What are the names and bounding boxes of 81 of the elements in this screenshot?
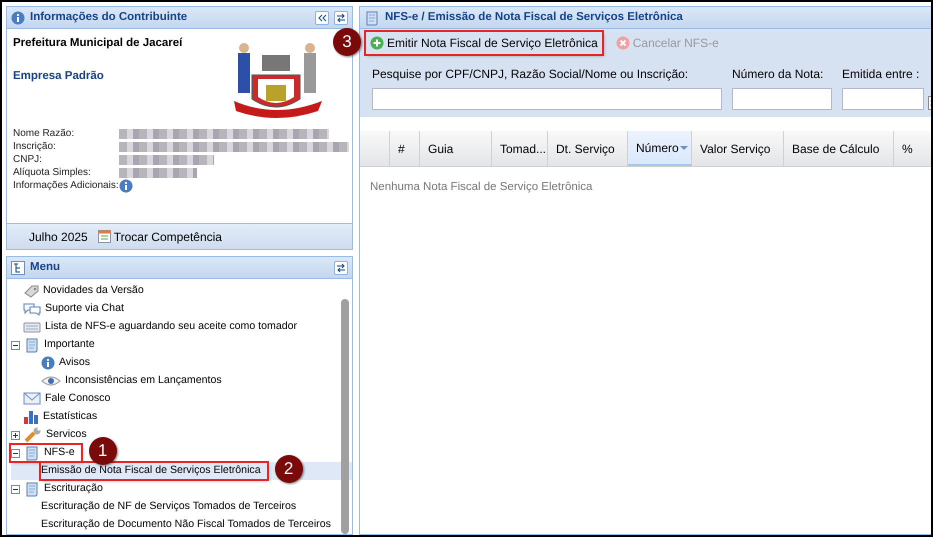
company-name: Empresa Padrão xyxy=(13,69,105,84)
bar-chart-icon xyxy=(23,410,39,424)
item-label: Lista de NFS-e aguardando seu aceite como tomador xyxy=(45,319,298,334)
filter-label: Número da Nota: xyxy=(732,66,824,83)
empty-message: Nenhuma Nota Fiscal de Serviço Eletrônica xyxy=(369,180,594,195)
column-header[interactable]: Valor Serviço xyxy=(692,131,784,166)
eye-icon xyxy=(41,374,61,387)
field-label: Alíquota Simples: xyxy=(13,166,92,180)
item-label: Emissão de Nota Fiscal de Serviços Eletrônica xyxy=(41,463,261,478)
field-label: Nome Razão: xyxy=(13,127,76,141)
info-icon xyxy=(11,10,25,24)
sort-down-icon xyxy=(678,144,689,150)
collapse-toggle-icon[interactable] xyxy=(11,448,20,458)
envelope-icon xyxy=(23,392,41,406)
collapse-toggle-icon[interactable] xyxy=(11,340,20,350)
filter-input[interactable] xyxy=(732,88,832,110)
info-icon xyxy=(41,356,55,370)
column-header[interactable]: Tomad... xyxy=(492,131,548,166)
item-label: Inconsistências em Lançamentos xyxy=(65,373,222,388)
column-header[interactable]: Guia xyxy=(420,131,492,166)
info-icon[interactable] xyxy=(119,178,133,192)
tree-item[interactable]: Estatísticas xyxy=(11,408,352,426)
item-label: Fale Conosco xyxy=(45,391,110,406)
document-icon xyxy=(24,337,40,353)
field-label: Inscrição: xyxy=(13,140,57,154)
tree-item[interactable]: Escrituração de Documento Não Fiscal Tomados de Terceiros xyxy=(11,516,352,534)
item-label: Suporte via Chat xyxy=(45,301,124,316)
document-icon xyxy=(24,481,40,497)
keyboard-icon xyxy=(23,320,41,333)
tree-item[interactable]: Suporte via Chat xyxy=(11,300,352,318)
item-label: Escrituração de Documento Não Fiscal Tomados de Terceiros xyxy=(41,517,331,532)
tag-icon xyxy=(23,284,39,298)
wrench-icon xyxy=(24,427,42,443)
filter-input[interactable] xyxy=(372,88,722,110)
refresh-icon xyxy=(336,12,346,22)
item-label: Servicos xyxy=(46,427,87,442)
tree-item[interactable]: Avisos xyxy=(11,354,352,372)
refresh-button[interactable] xyxy=(334,10,348,24)
change-period-button[interactable]: Trocar Competência xyxy=(94,226,226,248)
item-label: Importante xyxy=(44,337,95,352)
calendar-icon xyxy=(98,230,111,243)
issue-invoice-button[interactable]: Emitir Nota Fiscal de Serviço Eletrônica xyxy=(366,32,602,54)
item-label: NFS-e xyxy=(44,445,75,460)
tree-item[interactable]: Inconsistências em Lançamentos xyxy=(11,372,352,390)
field-label: CNPJ: xyxy=(13,153,43,167)
item-label: Escrituração de NF de Serviços Tomados de Terceiros xyxy=(41,499,296,514)
column-header[interactable]: % xyxy=(894,131,931,166)
panel-title: Menu xyxy=(30,260,60,275)
tree-menu-icon xyxy=(11,260,25,274)
column-header[interactable]: Base de Cálculo xyxy=(784,131,894,166)
double-chevron-icon xyxy=(317,12,327,22)
speech-bubble-icon xyxy=(23,302,41,316)
period-label: Julho 2025 xyxy=(29,228,88,246)
tree-item[interactable]: Novidades da Versão xyxy=(11,282,352,300)
field-label: Informações Adicionais: xyxy=(13,179,119,193)
filter-label: Emitida entre : xyxy=(842,66,920,83)
item-label: Estatísticas xyxy=(43,409,98,424)
column-header[interactable]: # xyxy=(390,131,420,166)
cancel-button: Cancelar NFS-e xyxy=(612,32,723,54)
municipality-name: Prefeitura Municipal de Jacareí xyxy=(13,36,184,51)
column-header[interactable]: Número xyxy=(628,131,692,166)
filter-input[interactable] xyxy=(842,88,924,110)
filter-label: Pesquise por CPF/CNPJ, Razão Social/Nome ou Inscrição: xyxy=(372,66,690,83)
item-label: Escrituração xyxy=(44,481,103,496)
tree-item[interactable]: Fale Conosco xyxy=(11,390,352,408)
document-icon xyxy=(24,445,40,461)
tree-item[interactable]: Importante xyxy=(11,336,352,354)
panel-title: Informações do Contribuinte xyxy=(30,10,188,25)
collapse-toggle-icon[interactable] xyxy=(11,484,20,494)
item-label: Avisos xyxy=(59,355,90,370)
collapse-button[interactable] xyxy=(315,10,329,24)
refresh-button[interactable] xyxy=(334,260,348,274)
tree-item[interactable]: Escrituração de NF de Serviços Tomados de Terceiros xyxy=(11,498,352,516)
refresh-icon xyxy=(336,262,346,272)
expand-toggle-icon[interactable] xyxy=(11,430,20,440)
cancel-icon xyxy=(616,36,630,50)
panel-title: NFS-e / Emissão de Nota Fiscal de Serviços Eletrônica xyxy=(385,10,683,25)
tree-item[interactable]: Lista de NFS-e aguardando seu aceite como tomador xyxy=(11,318,352,336)
item-label: Novidades da Versão xyxy=(43,283,144,298)
document-icon xyxy=(364,10,380,26)
plus-icon xyxy=(370,36,384,50)
